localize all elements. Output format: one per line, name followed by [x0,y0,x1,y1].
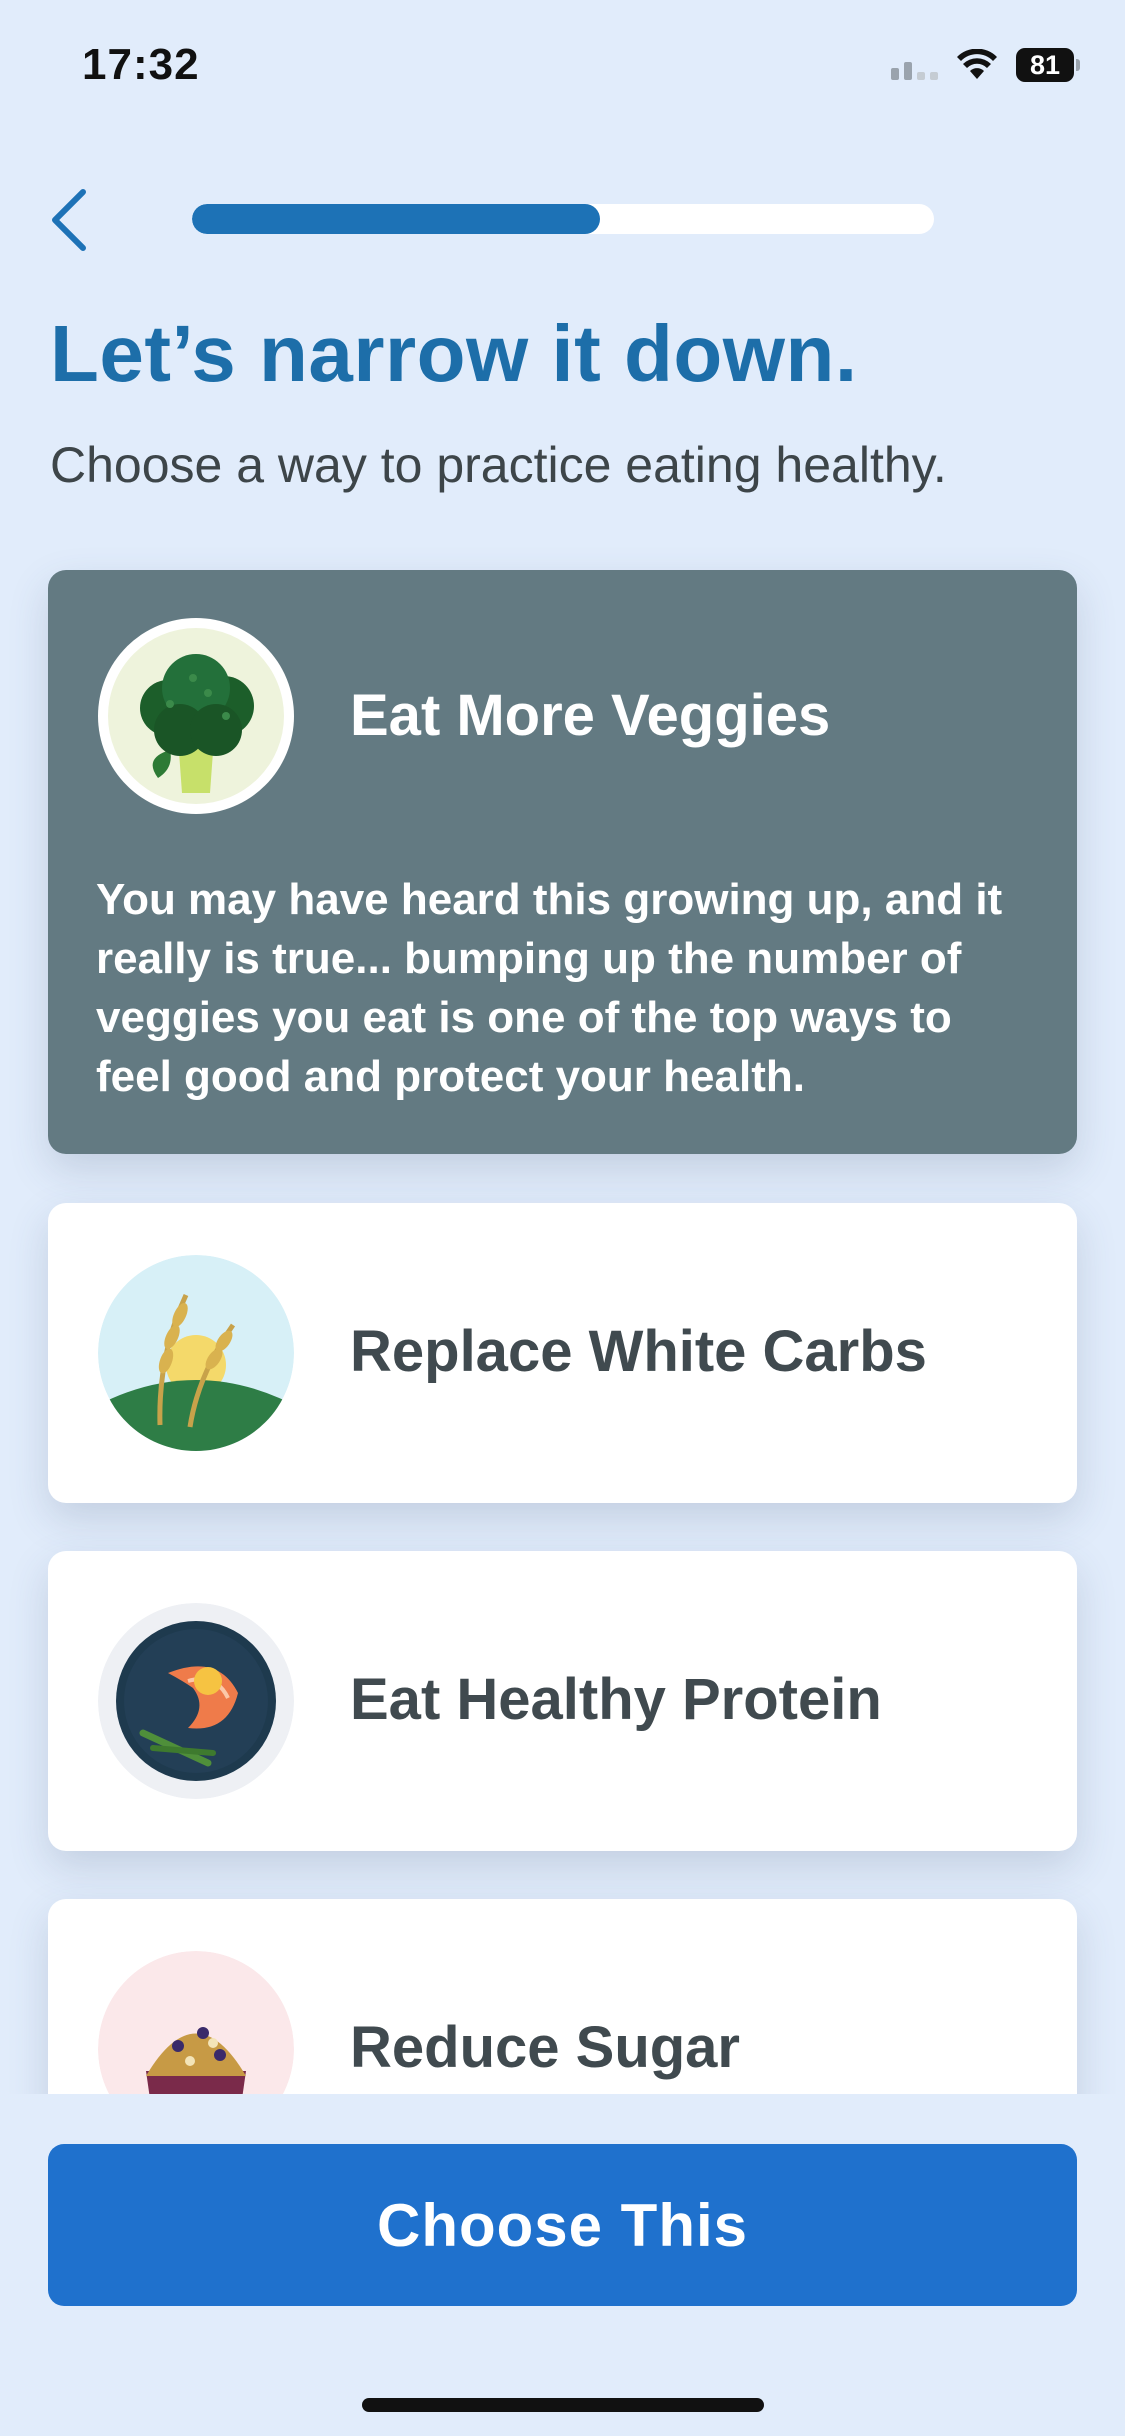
status-bar: 17:32 81 [0,0,1125,140]
back-button[interactable] [45,180,105,260]
status-icons: 81 [891,48,1080,82]
option-eat-healthy-protein[interactable]: Eat Healthy Protein [48,1551,1077,1851]
battery-level: 81 [1016,48,1074,82]
wheat-icon [98,1255,294,1451]
option-eat-more-veggies[interactable]: Eat More Veggies You may have heard this… [48,570,1077,1154]
broccoli-icon [98,618,294,814]
option-description: You may have heard this growing up, and … [96,875,1003,1101]
option-label: Reduce Sugar [350,2015,740,2080]
status-time: 17:32 [82,40,200,89]
battery-icon: 81 [1016,48,1080,82]
page-title: Let’s narrow it down. [50,309,858,398]
option-replace-white-carbs[interactable]: Replace White Carbs [48,1203,1077,1503]
progress-fill [192,204,601,234]
option-label: Eat Healthy Protein [350,1667,882,1732]
option-label: Eat More Veggies [350,683,831,748]
progress-bar [192,204,934,234]
page-subtitle: Choose a way to practice eating healthy. [50,437,947,493]
salmon-icon [98,1603,294,1799]
option-label: Replace White Carbs [350,1319,927,1384]
choose-this-button[interactable]: Choose This [48,2144,1077,2306]
chevron-left-icon [52,189,86,251]
home-indicator[interactable] [362,2398,764,2412]
cellular-signal-icon [891,50,938,80]
wifi-icon [957,49,997,79]
bottom-action-area: Choose This [0,2094,1125,2436]
